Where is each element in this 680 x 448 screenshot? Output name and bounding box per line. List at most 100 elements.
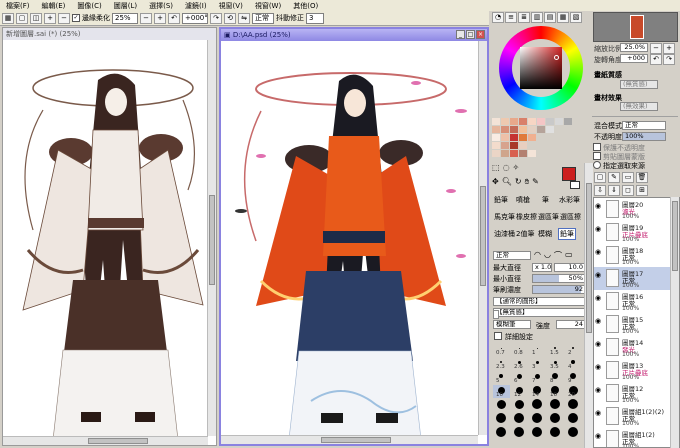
horizontal-scrollbar[interactable] [221,435,478,444]
detail-checkbox[interactable] [494,332,502,340]
scroll-thumb[interactable] [480,186,486,286]
edge-medium-icon[interactable]: ◡ [544,250,551,261]
minimize-icon[interactable]: _ [456,30,465,39]
menu-item[interactable]: 檔案(F) [6,1,30,11]
swatch[interactable] [546,118,554,125]
magic-wand-icon[interactable]: ✧ [513,163,520,172]
swatch[interactable] [519,118,527,125]
nav-angle-value[interactable]: +000 [620,54,648,63]
brush-size-preset[interactable] [565,399,582,412]
brush-size-preset[interactable]: 6 [511,371,528,384]
swatch[interactable] [501,126,509,133]
brush-size-preset[interactable]: 5 [493,371,510,384]
brush-size-preset[interactable]: 0.7 [493,343,510,356]
blend-mode-select[interactable]: 正常 [622,121,666,130]
brush-size-preset[interactable]: 10 [493,385,510,398]
scroll-thumb[interactable] [209,195,215,285]
rgb-slider-icon[interactable]: ≡ [505,12,517,23]
swatch[interactable] [519,134,527,141]
swatch-icon[interactable]: ▦ [557,12,569,23]
brush-size-preset[interactable]: 2.6 [511,357,528,370]
zoom-out-icon[interactable]: − [58,12,70,24]
brush-size-preset[interactable] [529,413,546,426]
visibility-eye-icon[interactable]: ◉ [595,340,604,354]
swatch[interactable] [546,126,554,133]
navigator-preview[interactable] [593,12,678,42]
stabilizer-select[interactable]: 3 [306,12,324,24]
swatch[interactable] [519,126,527,133]
scroll-thumb[interactable] [88,438,148,444]
opacity-slider[interactable]: 100% [622,132,666,141]
layer-row[interactable]: ◉ 圖層19 正片疊底 100% [594,221,671,245]
brush-size-preset[interactable]: 3 [529,357,546,370]
main-color-swatch[interactable] [562,167,576,181]
tool-binary-pen[interactable]: 2值筆 [516,229,534,239]
visibility-eye-icon[interactable]: ◉ [595,225,604,239]
scroll-thumb[interactable] [586,183,592,333]
swatch[interactable] [555,118,563,125]
swatch[interactable] [492,134,500,141]
menu-item[interactable]: 選擇(S) [149,1,173,11]
brush-size-preset[interactable] [493,413,510,426]
swatch[interactable] [501,142,509,149]
zoom-select[interactable]: 25% [112,12,138,24]
scroll-thumb[interactable] [672,201,678,271]
layer-row[interactable]: ◉ 圖層13 正片疊底 100% [594,359,671,383]
canvas-window-2[interactable]: ▣ D:\AA.psd (25%) _ □ × [219,27,489,446]
brush-size-preset[interactable]: 2 [565,343,582,356]
zoom-in-icon[interactable]: + [44,12,56,24]
menu-item[interactable]: 編輯(E) [42,1,66,11]
menu-item[interactable]: 圖層(L) [114,1,137,11]
horizontal-scrollbar[interactable] [3,436,208,445]
layer-row[interactable]: ◉ 圖層20 濾光 100% [594,198,671,222]
layer-scrollbar[interactable] [670,197,679,448]
invert-selection-icon[interactable]: ◫ [30,12,42,24]
hsv-slider-icon[interactable]: ≣ [518,12,530,23]
rotate-select[interactable]: +000° [182,12,208,24]
min-size-slider[interactable]: 50% [532,274,586,283]
rotate-icon[interactable]: ↻ [515,177,522,187]
swatch[interactable] [519,142,527,149]
vertical-scrollbar[interactable] [478,41,487,435]
color-bar-icon[interactable]: ▥ [531,12,543,23]
swatch[interactable] [528,126,536,133]
menu-item[interactable]: 圖像(C) [77,1,101,11]
blend-select[interactable]: 模糊筆 [493,320,531,329]
zoom-plus-button[interactable]: + [154,12,166,24]
tool-marker[interactable]: 馬克筆 [494,212,515,222]
new-layer-icon[interactable]: ▢ [594,172,606,183]
zoom-icon[interactable]: 🔍︎ [502,177,512,187]
scratchpad-icon[interactable]: ▧ [570,12,582,23]
swatch-grid[interactable] [492,118,584,160]
visibility-eye-icon[interactable]: ◉ [595,317,604,331]
brush-size-preset[interactable]: 14 [529,385,546,398]
rotate-reset-icon[interactable]: ⟲ [224,12,236,24]
color-wheel-icon[interactable]: ◔ [492,12,504,23]
layer-list[interactable]: ◉ 圖層20 濾光 100% ◉ 圖層19 正片疊底 100% ◉ 圖層18 正常 100% ◉ 圖層17… [593,197,680,448]
color-picker-cursor[interactable] [554,55,559,60]
brush-size-preset[interactable]: 3.5 [547,357,564,370]
visibility-eye-icon[interactable]: ◉ [595,386,604,400]
nav-rotate-right-icon[interactable]: ↷ [663,54,675,65]
tool-eraser[interactable]: 橡皮擦 [516,212,537,222]
swatch[interactable] [537,126,545,133]
brush-size-preset[interactable]: 7 [529,371,546,384]
swatch[interactable] [510,142,518,149]
layer-row[interactable]: ◉ 圖層16 正常 100% [594,290,671,314]
swatch[interactable] [528,118,536,125]
nav-zoom-in-icon[interactable]: + [663,43,675,54]
new-folder-icon[interactable]: ▭ [622,172,634,183]
swatch[interactable] [528,150,536,157]
merge-down-icon[interactable]: ⇩ [594,185,606,196]
swatch[interactable] [519,150,527,157]
layer-row[interactable]: ◉ 圖層17 正常 100% [594,267,671,291]
eyedropper-icon[interactable]: ✎ [532,177,539,187]
visibility-eye-icon[interactable]: ◉ [595,271,604,285]
tool-select-eraser[interactable]: 選區擦 [560,212,581,222]
brush-size-preset[interactable] [493,427,510,440]
preserve-opacity-checkbox[interactable] [593,143,601,151]
swatch[interactable] [510,118,518,125]
canvas-area[interactable] [3,40,208,436]
mode-select[interactable]: 正常 [252,12,274,24]
menu-item[interactable]: 視窗(V) [219,1,243,11]
